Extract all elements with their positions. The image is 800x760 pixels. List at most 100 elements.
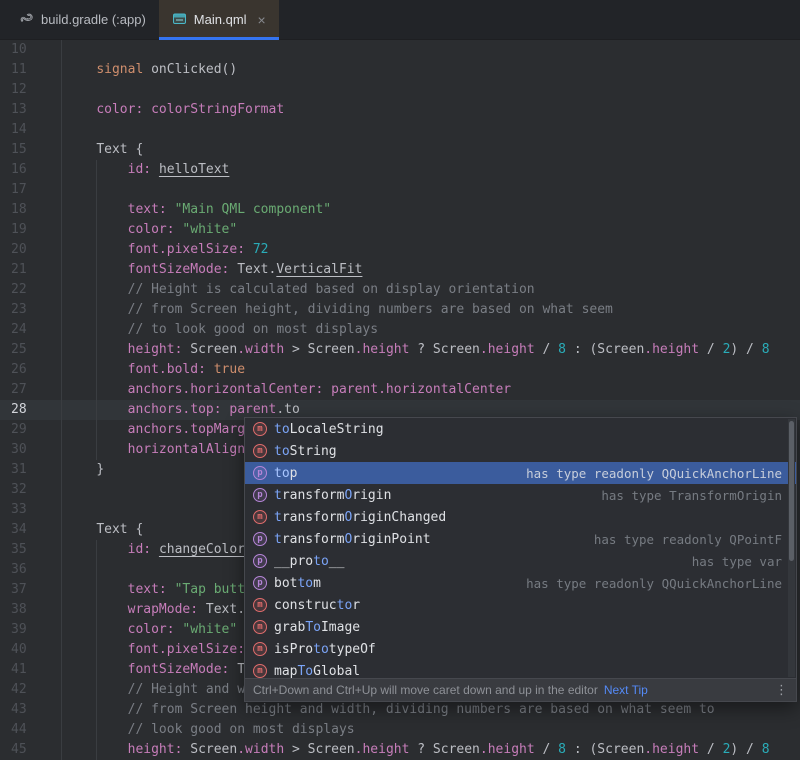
method-icon: m [253,510,267,524]
completion-label: top [274,466,297,481]
code-row[interactable]: 23 // from Screen height, dividing numbe… [0,300,800,320]
line-number[interactable]: 23 [0,300,62,320]
code-row[interactable]: 14 [0,120,800,140]
line-number[interactable]: 25 [0,340,62,360]
completion-item[interactable]: mmapToGlobal [245,660,796,678]
code-line-text: color: "white" [62,620,237,640]
line-number[interactable]: 40 [0,640,62,660]
completion-item[interactable]: ptransformOriginhas type TransformOrigin [245,484,796,506]
code-row[interactable]: 15 Text { [0,140,800,160]
completion-label: constructor [274,598,360,613]
editor-tab-bar: build.gradle (:app) Main.qml × [0,0,800,40]
completion-item[interactable]: mtransformOriginChanged [245,506,796,528]
line-number[interactable]: 20 [0,240,62,260]
line-number[interactable]: 31 [0,460,62,480]
line-number[interactable]: 29 [0,420,62,440]
line-number[interactable]: 43 [0,700,62,720]
code-line-text: font.bold: true [62,360,245,380]
line-number[interactable]: 28 [0,400,62,420]
code-row[interactable]: 17 [0,180,800,200]
code-line-text: anchors.topMargi [62,420,253,440]
completion-item[interactable]: mtoString [245,440,796,462]
line-number[interactable]: 41 [0,660,62,680]
code-row[interactable]: 11 signal onClicked() [0,60,800,80]
code-line-text: // from Screen height and width, dividin… [62,700,715,720]
code-row[interactable]: 45 height: Screen.width > Screen.height … [0,740,800,760]
line-number[interactable]: 45 [0,740,62,760]
completion-item[interactable]: ptophas type readonly QQuickAnchorLine [245,462,796,484]
line-number[interactable]: 11 [0,60,62,80]
completion-label: toLocaleString [274,422,384,437]
code-line-text: fontSizeMode: Te [62,660,253,680]
code-line-text [62,480,65,500]
code-line-text: horizontalAlignm [62,440,253,460]
line-number[interactable]: 44 [0,720,62,740]
line-number[interactable]: 37 [0,580,62,600]
code-row[interactable]: 24 // to look good on most displays [0,320,800,340]
code-line-text: // from Screen height, dividing numbers … [62,300,613,320]
code-row[interactable]: 20 font.pixelSize: 72 [0,240,800,260]
tab-main-qml[interactable]: Main.qml × [159,0,279,39]
code-row[interactable]: 18 text: "Main QML component" [0,200,800,220]
gradle-icon [19,11,34,29]
completion-item[interactable]: mgrabToImage [245,616,796,638]
popup-scrollbar-thumb[interactable] [789,421,794,561]
completion-item[interactable]: pbottomhas type readonly QQuickAnchorLin… [245,572,796,594]
line-number[interactable]: 30 [0,440,62,460]
code-row[interactable]: 22 // Height is calculated based on disp… [0,280,800,300]
popup-scrollbar[interactable] [788,419,795,677]
line-number[interactable]: 34 [0,520,62,540]
line-number[interactable]: 21 [0,260,62,280]
line-number[interactable]: 12 [0,80,62,100]
code-row[interactable]: 19 color: "white" [0,220,800,240]
code-row[interactable]: 25 height: Screen.width > Screen.height … [0,340,800,360]
code-row[interactable]: 26 font.bold: true [0,360,800,380]
tab-build-gradle[interactable]: build.gradle (:app) [6,0,159,39]
code-row[interactable]: 12 [0,80,800,100]
code-line-text: color: colorStringFormat [62,100,284,120]
line-number[interactable]: 18 [0,200,62,220]
kebab-menu-icon[interactable]: ⋮ [775,682,788,698]
line-number[interactable]: 19 [0,220,62,240]
line-number[interactable]: 24 [0,320,62,340]
line-number[interactable]: 26 [0,360,62,380]
line-number[interactable]: 22 [0,280,62,300]
line-number[interactable]: 38 [0,600,62,620]
property-icon: p [253,554,267,568]
completion-item[interactable]: ptransformOriginPointhas type readonly Q… [245,528,796,550]
line-number[interactable]: 15 [0,140,62,160]
code-line-text [62,560,65,580]
code-row[interactable]: 16 id: helloText [0,160,800,180]
line-number[interactable]: 16 [0,160,62,180]
line-number[interactable]: 35 [0,540,62,560]
code-row[interactable]: 27 anchors.horizontalCenter: parent.hori… [0,380,800,400]
line-number[interactable]: 14 [0,120,62,140]
method-icon: m [253,422,267,436]
code-row[interactable]: 43 // from Screen height and width, divi… [0,700,800,720]
code-row[interactable]: 21 fontSizeMode: Text.VerticalFit [0,260,800,280]
line-number[interactable]: 39 [0,620,62,640]
line-number[interactable]: 33 [0,500,62,520]
line-number[interactable]: 42 [0,680,62,700]
completion-type-hint: has type TransformOrigin [589,488,782,503]
property-icon: p [253,466,267,480]
line-number[interactable]: 36 [0,560,62,580]
code-row[interactable]: 13 color: colorStringFormat [0,100,800,120]
completion-item[interactable]: m toLocaleString [245,418,796,440]
line-number[interactable]: 10 [0,40,62,60]
completion-item[interactable]: p__proto__has type var [245,550,796,572]
property-icon: p [253,576,267,590]
code-row[interactable]: 44 // look good on most displays [0,720,800,740]
line-number[interactable]: 32 [0,480,62,500]
code-row[interactable]: 10 [0,40,800,60]
line-number[interactable]: 27 [0,380,62,400]
completion-label: toString [274,444,337,459]
close-icon[interactable]: × [258,13,266,27]
completion-item[interactable]: mconstructor [245,594,796,616]
line-number[interactable]: 17 [0,180,62,200]
code-line-text: fontSizeMode: Text.VerticalFit [62,260,362,280]
property-icon: p [253,532,267,546]
completion-item[interactable]: misPrototypeOf [245,638,796,660]
next-tip-link[interactable]: Next Tip [604,683,648,697]
line-number[interactable]: 13 [0,100,62,120]
